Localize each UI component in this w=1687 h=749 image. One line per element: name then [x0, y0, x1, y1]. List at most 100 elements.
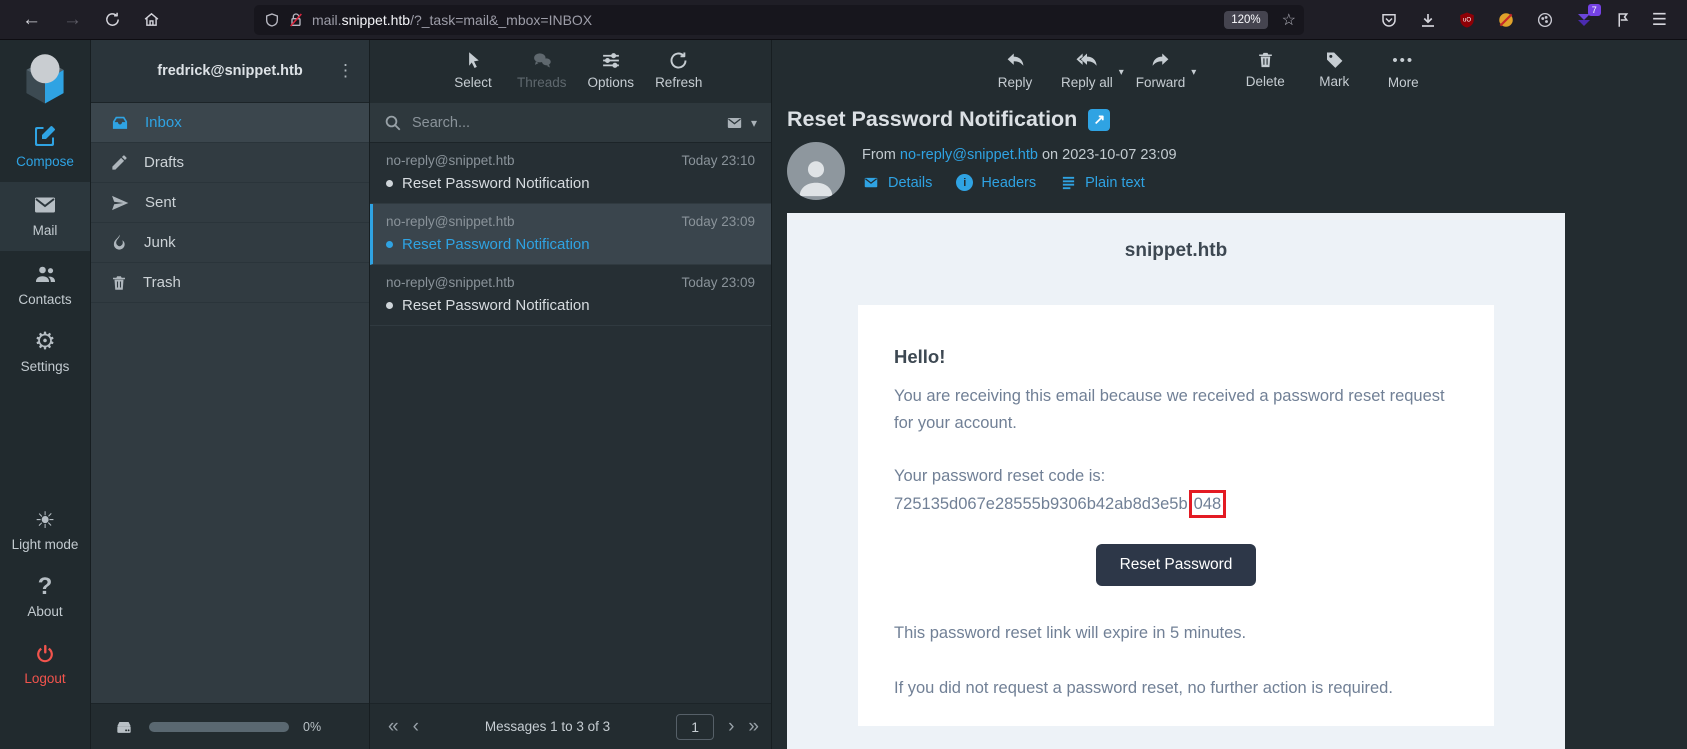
page-number-input[interactable] — [676, 713, 715, 740]
details-envelope-icon — [864, 177, 878, 188]
search-scope-mail-icon — [727, 117, 742, 128]
sidebar-item-logout[interactable]: Logout — [0, 632, 90, 699]
sidebar-item-label: Light mode — [11, 537, 79, 552]
delete-button[interactable]: Delete — [1242, 50, 1288, 89]
downloads-icon[interactable] — [1418, 10, 1438, 30]
sidebar-item-contacts[interactable]: Contacts — [0, 251, 90, 320]
previous-page-icon[interactable]: ‹ — [413, 717, 419, 736]
folder-junk[interactable]: Junk — [91, 223, 369, 263]
message-list-pane: Select Threads Options Refresh Search...… — [370, 40, 772, 749]
threads-button[interactable]: Threads — [517, 50, 567, 90]
refresh-button[interactable]: Refresh — [655, 50, 702, 90]
extensions-icon[interactable] — [1613, 10, 1633, 30]
sidebar-item-mail[interactable]: Mail — [0, 182, 90, 251]
bookmark-star-icon[interactable]: ☆ — [1282, 10, 1296, 30]
pencil-icon — [112, 155, 127, 170]
sidebar-item-light-mode[interactable]: ☀ Light mode — [0, 498, 90, 565]
folder-pane: fredrick@snippet.htb ⋮ Inbox Drafts Sent… — [90, 40, 370, 749]
list-footer: « ‹ Messages 1 to 3 of 3 › » — [370, 703, 771, 749]
message-row[interactable]: no-reply@snippet.htb Today 23:09 Reset Pa… — [370, 265, 771, 326]
shield-icon[interactable] — [264, 12, 280, 28]
roundcube-logo-icon — [17, 40, 73, 113]
first-page-icon[interactable]: « — [388, 717, 399, 736]
reset-code-value: 725135d067e28555b9306b42ab8d3e5b 048 — [894, 490, 1458, 518]
unread-dot — [386, 241, 393, 248]
cookie-icon[interactable] — [1535, 10, 1555, 30]
zoom-level-badge[interactable]: 120% — [1224, 10, 1268, 29]
headers-button[interactable]: i Headers — [956, 174, 1036, 191]
more-icon: ••• — [1392, 52, 1415, 69]
next-page-icon[interactable]: › — [728, 717, 734, 736]
script-blocker-icon[interactable] — [1496, 10, 1516, 30]
pocket-icon[interactable] — [1379, 10, 1399, 30]
reply-button[interactable]: Reply — [992, 50, 1038, 90]
sidebar-item-label: Mail — [32, 223, 58, 238]
sidebar-item-compose[interactable]: Compose — [0, 113, 90, 182]
open-in-new-window-icon[interactable]: ↗ — [1088, 108, 1111, 131]
plain-text-icon — [1063, 176, 1075, 190]
last-page-icon[interactable]: » — [748, 717, 759, 736]
flame-icon — [113, 234, 125, 250]
message-subject: Reset Password Notification — [402, 297, 590, 314]
info-icon: i — [956, 174, 974, 191]
folder-sent[interactable]: Sent — [91, 183, 369, 223]
home-icon[interactable] — [143, 11, 160, 28]
reply-all-caret-icon[interactable]: ▾ — [1119, 67, 1124, 78]
sun-icon: ☀ — [34, 507, 56, 533]
message-toolbar: Reply Reply all ▾ Forward ▾ Delete Mark … — [772, 40, 1687, 103]
sidebar-item-settings[interactable]: ⚙ Settings — [0, 320, 90, 387]
search-bar: ▾ — [370, 103, 771, 143]
toolbar-label: More — [1387, 75, 1419, 90]
send-icon — [112, 195, 129, 210]
compose-icon — [35, 126, 55, 146]
details-button[interactable]: Details — [862, 174, 932, 191]
select-button[interactable]: Select — [450, 50, 496, 90]
reload-icon[interactable] — [104, 11, 121, 28]
quota-progress-bar — [149, 721, 289, 732]
quota-percent: 0% — [303, 719, 322, 734]
more-button[interactable]: ••• More — [1380, 50, 1426, 90]
message-time: Today 23:10 — [681, 153, 755, 168]
folder-drafts[interactable]: Drafts — [91, 143, 369, 183]
sidebar-item-about[interactable]: ? About — [0, 565, 90, 632]
person-icon — [799, 161, 833, 197]
toolbar-label: Threads — [517, 75, 567, 90]
back-icon[interactable]: ← — [22, 10, 41, 29]
message-time: Today 23:09 — [681, 275, 755, 290]
options-button[interactable]: Options — [588, 50, 634, 90]
reset-password-button[interactable]: Reset Password — [1095, 544, 1257, 586]
sliders-icon — [602, 53, 619, 68]
threads-icon — [533, 53, 551, 68]
message-header: Reset Password Notification ↗ From no-re… — [772, 103, 1687, 200]
email-body-frame: snippet.htb Hello! You are receiving thi… — [787, 213, 1565, 749]
folder-inbox[interactable]: Inbox — [91, 103, 369, 143]
plain-text-button[interactable]: Plain text — [1060, 174, 1145, 191]
ublock-icon[interactable]: uO — [1457, 10, 1477, 30]
folder-options-kebab-icon[interactable]: ⋮ — [337, 61, 355, 81]
forward-icon[interactable]: → — [63, 10, 82, 29]
message-sender: no-reply@snippet.htb — [386, 275, 515, 290]
message-row[interactable]: no-reply@snippet.htb Today 23:10 Reset Pa… — [370, 143, 771, 204]
message-subject: Reset Password Notification — [402, 175, 590, 192]
email-intro-text: You are receiving this email because we … — [894, 387, 1445, 432]
search-scope[interactable]: ▾ — [725, 115, 757, 131]
reply-all-button[interactable]: Reply all ▾ — [1061, 50, 1124, 90]
folder-trash[interactable]: Trash — [91, 263, 369, 303]
menu-icon[interactable]: ☰ — [1652, 10, 1667, 30]
message-date: 2023-10-07 23:09 — [1062, 147, 1177, 163]
sidebar-item-label: Contacts — [18, 292, 72, 307]
account-email: fredrick@snippet.htb — [157, 63, 303, 79]
forward-button[interactable]: Forward ▾ — [1136, 50, 1196, 90]
sender-address-link[interactable]: no-reply@snippet.htb — [900, 147, 1038, 163]
message-view-pane: Reply Reply all ▾ Forward ▾ Delete Mark … — [772, 40, 1687, 749]
search-icon — [385, 115, 401, 130]
url-bar[interactable]: mail.snippet.htb/?_task=mail&_mbox=INBOX… — [254, 4, 1304, 35]
forward-caret-icon[interactable]: ▾ — [1191, 67, 1196, 78]
proxy-extension-icon[interactable]: 7 — [1574, 3, 1601, 30]
mark-button[interactable]: Mark — [1311, 50, 1357, 89]
message-row-selected[interactable]: no-reply@snippet.htb Today 23:09 Reset Pa… — [370, 204, 771, 265]
webmail-app: Compose Mail Contacts ⚙ Settings ☀ Light… — [0, 40, 1687, 749]
search-input[interactable] — [412, 114, 715, 131]
sidebar-item-label: Settings — [20, 359, 70, 374]
insecure-lock-icon[interactable] — [288, 12, 304, 28]
